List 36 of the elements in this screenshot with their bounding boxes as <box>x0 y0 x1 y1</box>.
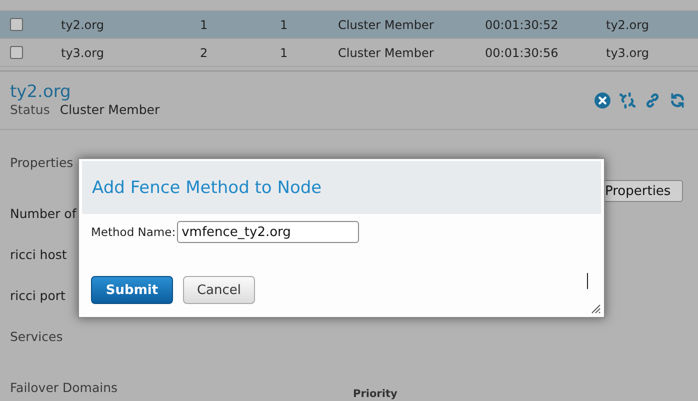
row-checkbox[interactable] <box>10 46 23 59</box>
refresh-icon[interactable] <box>669 92 686 109</box>
section-label: ricci port <box>10 288 66 304</box>
section-label: Services <box>10 329 63 345</box>
status-value: Cluster Member <box>60 102 160 118</box>
close-icon[interactable] <box>594 92 611 109</box>
column-header: Priority <box>353 388 398 400</box>
section-label: Properties <box>10 155 74 171</box>
table-cell-text: ty3.org <box>61 46 105 60</box>
node-title: ty2.org <box>10 82 72 102</box>
text-cursor <box>587 273 588 289</box>
section-label: Failover Domains <box>10 380 118 396</box>
method-name-field[interactable]: vmfence_ty2.org <box>176 221 359 243</box>
table-cell-text: ty2.org <box>606 18 650 32</box>
row-checkbox[interactable] <box>10 18 23 31</box>
cancel-button[interactable]: Cancel <box>183 276 255 304</box>
status-label: Status <box>10 102 50 118</box>
table-cell-text: ty2.org <box>61 18 105 32</box>
table-cell-text: Cluster Member <box>338 18 435 32</box>
broken-chain-icon[interactable] <box>619 92 636 109</box>
table-cell-text: 2 <box>200 46 209 60</box>
table-cell-text: 1 <box>280 46 289 60</box>
table-cell-text: 1 <box>200 18 209 32</box>
dialog-title: Add Fence Method to Node <box>92 178 322 198</box>
table-cell-text: 00:01:30:52 <box>485 18 560 32</box>
field-label: Method Name: <box>91 225 176 239</box>
table-cell-text: 00:01:30:56 <box>485 46 560 60</box>
resize-grip-icon[interactable] <box>591 304 601 314</box>
section-label: Number of <box>10 206 76 222</box>
table-cell-text: 1 <box>280 18 289 32</box>
table-row[interactable]: ty2.org 1 1 Cluster Member 00:01:30:52 ty2.org <box>0 11 698 39</box>
submit-button[interactable]: Submit <box>91 276 173 304</box>
table-cell-text: Cluster Member <box>338 46 435 60</box>
section-label: ricci host <box>10 247 67 263</box>
link-icon[interactable] <box>644 92 661 109</box>
table-cell-text: ty3.org <box>606 46 650 60</box>
